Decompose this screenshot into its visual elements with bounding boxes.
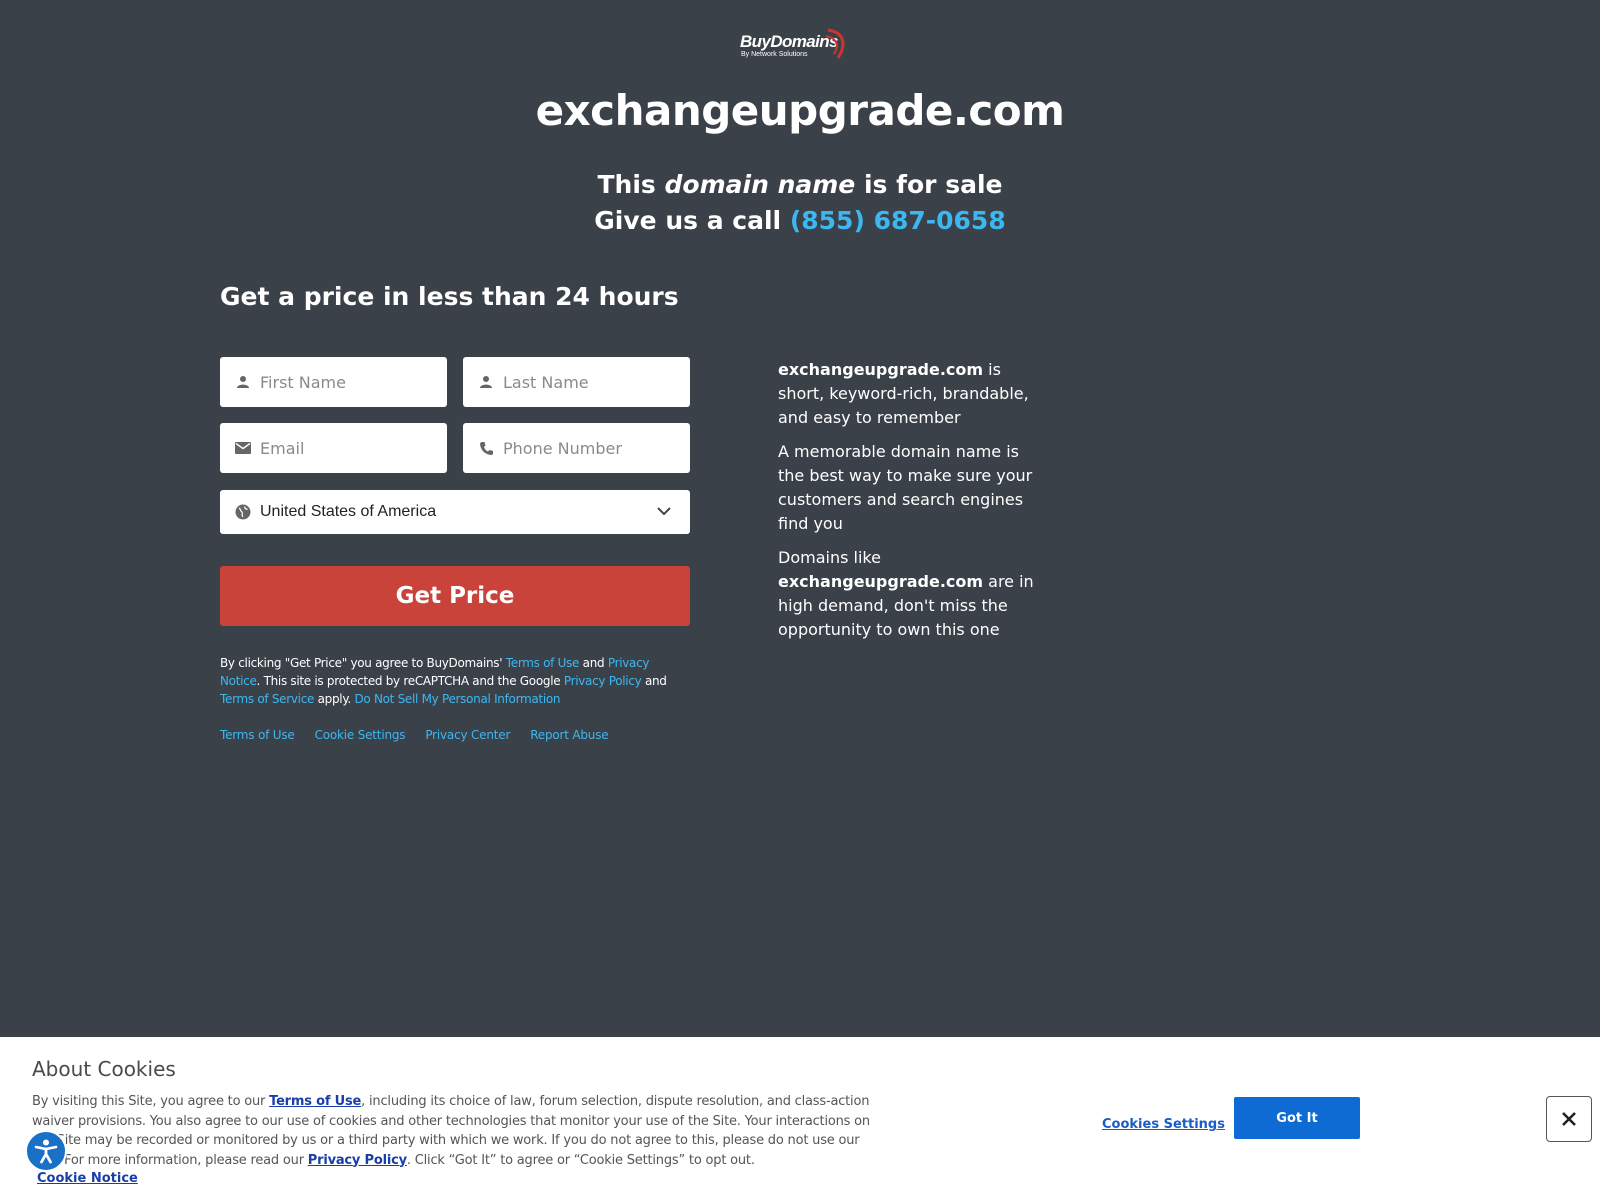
legal-line2-prefix: This site is protected by reCAPTCHA and … xyxy=(260,674,564,688)
person-icon xyxy=(477,373,495,391)
cookie-privacy-link[interactable]: Privacy Policy xyxy=(308,1153,407,1168)
do-not-sell-link[interactable]: Do Not Sell My Personal Information xyxy=(354,692,560,706)
phone-field[interactable] xyxy=(463,423,690,473)
call-prefix: Give us a call xyxy=(594,206,790,235)
logo-sub-text: By Network Solutions xyxy=(741,51,808,58)
first-name-input[interactable] xyxy=(260,372,430,392)
first-name-field[interactable] xyxy=(220,357,447,407)
google-terms-link[interactable]: Terms of Service xyxy=(220,692,314,706)
sale-suffix: is for sale xyxy=(855,170,1003,199)
form-heading: Get a price in less than 24 hours xyxy=(220,282,679,311)
cookie-text: By visiting this Site, you agree to our … xyxy=(32,1092,882,1170)
last-name-input[interactable] xyxy=(503,372,673,392)
buydomains-logo[interactable]: BuyDomains By Network Solutions xyxy=(740,28,852,64)
cookies-settings-button[interactable]: Cookies Settings xyxy=(1102,1117,1225,1132)
globe-icon xyxy=(234,503,252,521)
pitch-paragraph-1: exchangeupgrade.com is short, keyword-ri… xyxy=(778,358,1050,430)
legal-and2: and xyxy=(641,674,667,688)
for-sale-line: This domain name is for sale xyxy=(0,170,1600,199)
phone-input[interactable] xyxy=(503,438,673,458)
email-input[interactable] xyxy=(260,438,430,458)
sale-prefix: This xyxy=(597,170,665,199)
sale-emphasis: domain name xyxy=(664,170,856,199)
chevron-down-icon xyxy=(657,507,671,516)
cookie-banner: About Cookies By visiting this Site, you… xyxy=(0,1037,1600,1200)
phone-icon xyxy=(477,439,495,457)
domain-pitch: exchangeupgrade.com is short, keyword-ri… xyxy=(778,358,1050,652)
last-name-field[interactable] xyxy=(463,357,690,407)
legal-text: By clicking "Get Price" you agree to Buy… xyxy=(220,654,690,708)
footer-cookie-settings-link[interactable]: Cookie Settings xyxy=(315,728,406,742)
footer-links: Terms of Use Cookie Settings Privacy Cen… xyxy=(220,728,609,742)
country-value: United States of America xyxy=(260,503,437,520)
footer-terms-link[interactable]: Terms of Use xyxy=(220,728,295,742)
close-icon xyxy=(1562,1112,1576,1126)
envelope-icon xyxy=(234,439,252,457)
accessibility-button[interactable] xyxy=(25,1130,67,1172)
legal-line1-prefix: By clicking "Get Price" you agree to Buy… xyxy=(220,656,506,670)
get-price-button[interactable]: Get Price xyxy=(220,566,690,626)
phone-link[interactable]: (855) 687-0658 xyxy=(790,206,1006,235)
pitch-domain-2: exchangeupgrade.com xyxy=(778,572,984,591)
pitch-paragraph-2: A memorable domain name is the best way … xyxy=(778,442,1033,533)
pitch-paragraph-3: Domains like exchangeupgrade.com are in … xyxy=(778,546,1050,642)
email-field[interactable] xyxy=(220,423,447,473)
domain-title: exchangeupgrade.com xyxy=(535,86,1065,135)
cookie-title: About Cookies xyxy=(32,1057,176,1081)
legal-and1: and xyxy=(579,656,608,670)
pitch-domain-1: exchangeupgrade.com xyxy=(778,360,984,379)
logo-swoosh-icon xyxy=(825,28,845,59)
cookie-notice-link[interactable]: Cookie Notice xyxy=(37,1171,138,1186)
country-select[interactable]: United States of America xyxy=(220,490,690,534)
google-privacy-policy-link[interactable]: Privacy Policy xyxy=(564,674,642,688)
close-banner-button[interactable] xyxy=(1546,1096,1592,1142)
accessibility-icon xyxy=(34,1139,58,1164)
pitch-p3-prefix: Domains like xyxy=(778,548,881,567)
legal-apply: apply. xyxy=(314,692,355,706)
call-line: Give us a call (855) 687-0658 xyxy=(0,206,1600,235)
cookie-text-1: By visiting this Site, you agree to our xyxy=(32,1094,270,1109)
footer-report-abuse-link[interactable]: Report Abuse xyxy=(530,728,608,742)
cookie-text-3: . Click “Got It” to agree or “Cookie Set… xyxy=(406,1152,755,1168)
got-it-button[interactable]: Got It xyxy=(1234,1097,1360,1139)
person-icon xyxy=(234,373,252,391)
terms-of-use-link[interactable]: Terms of Use xyxy=(506,656,580,670)
cookie-terms-link[interactable]: Terms of Use xyxy=(269,1094,361,1109)
footer-privacy-center-link[interactable]: Privacy Center xyxy=(425,728,510,742)
